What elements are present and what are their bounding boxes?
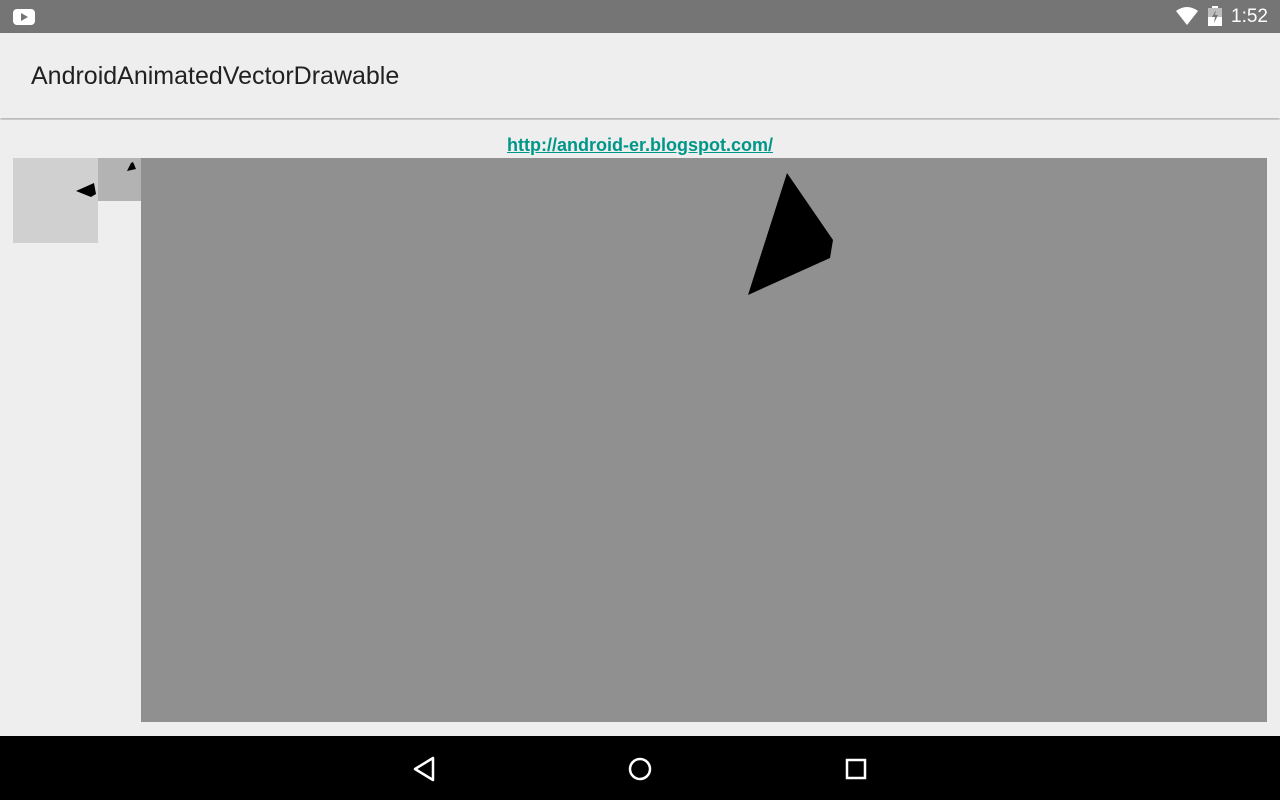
animated-triangle-large [748,173,833,295]
recents-icon[interactable] [841,754,871,784]
app-title: AndroidAnimatedVectorDrawable [31,62,400,90]
clock: 1:52 [1231,6,1268,27]
back-icon[interactable] [410,754,440,784]
main-content: http://android-er.blogspot.com/ [0,120,1280,736]
image-view-large [141,158,1267,722]
home-icon[interactable] [625,754,655,784]
navigation-bar [0,736,1280,800]
image-view-medium [98,158,141,201]
wifi-icon [1176,7,1198,25]
status-bar: 1:52 [0,0,1280,33]
blog-link[interactable]: http://android-er.blogspot.com/ [0,134,1280,156]
battery-charging-icon [1208,6,1222,26]
youtube-icon [13,9,35,25]
image-view-small [13,158,98,243]
animated-triangle-small [76,183,96,197]
app-bar: AndroidAnimatedVectorDrawable [0,33,1280,118]
animated-triangle-medium [127,162,136,171]
